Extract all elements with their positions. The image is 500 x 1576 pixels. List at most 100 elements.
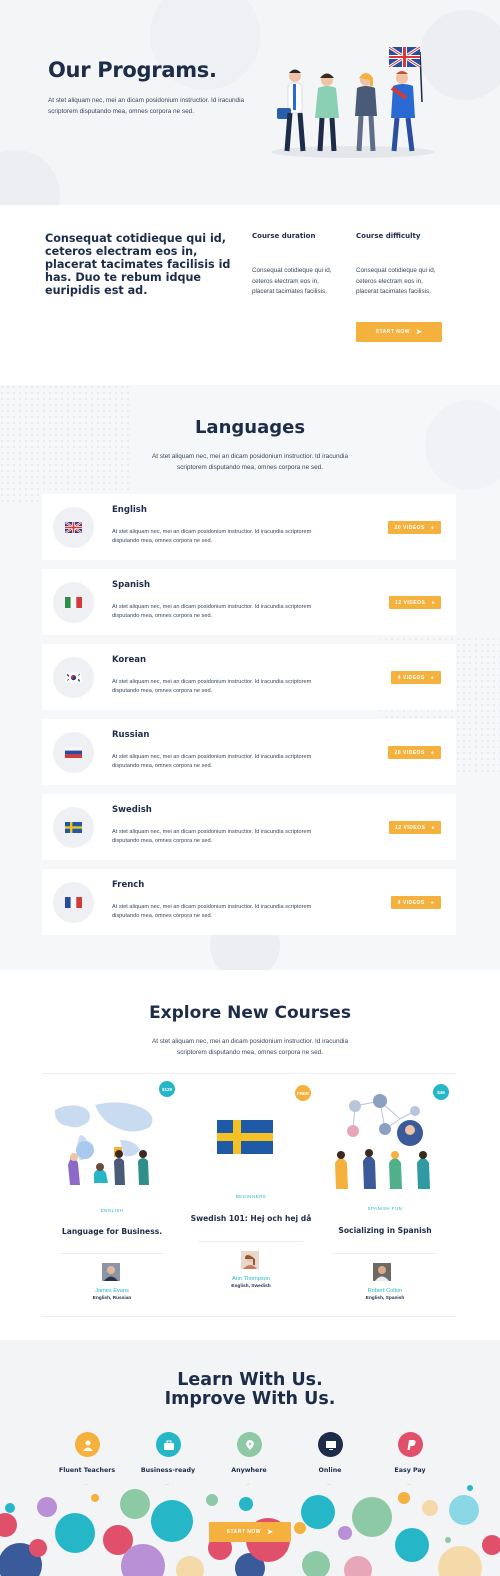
start-now-label: START NOW xyxy=(226,1529,262,1535)
videos-button[interactable]: 12 VIDEOS ● xyxy=(389,596,441,609)
feature-label: Anywhere xyxy=(231,1467,267,1474)
russia-flag-icon xyxy=(65,747,82,758)
card-divider xyxy=(60,1253,164,1254)
languages-title: Languages xyxy=(194,417,306,438)
italy-flag-icon xyxy=(65,597,82,608)
difficulty-title: Course difficulty xyxy=(356,232,421,240)
difficulty-text: Consequat cotidieque qui id, ceteros ele… xyxy=(356,267,436,295)
language-card-swedish[interactable]: Swedish At stet aliquam nec, mei an dica… xyxy=(42,794,456,860)
social-network-illustration xyxy=(335,1094,430,1189)
play-icon: ● xyxy=(430,674,435,681)
language-description: At stet aliquam nec, mei an dicam posido… xyxy=(112,679,312,694)
start-now-button[interactable]: START NOW ➤ xyxy=(356,322,442,342)
teacher-languages: English, Russian xyxy=(92,1296,132,1301)
arrow-right-icon: → xyxy=(406,1481,412,1487)
languages-subtitle: At stet aliquam nec, mei an dicam posido… xyxy=(151,453,349,471)
learn-title-line1: Learn With Us. xyxy=(177,1370,323,1390)
videos-button[interactable]: 20 VIDEOS ● xyxy=(388,746,441,759)
arrow-right-icon: → xyxy=(83,1481,89,1487)
feature-label: Business-ready xyxy=(140,1467,196,1474)
program-heading: Consequat cotidieque qui id, ceteros ele… xyxy=(45,232,231,297)
language-card-korean[interactable]: Korean At stet aliquam nec, mei an dicam… xyxy=(42,644,456,710)
play-icon: ● xyxy=(430,749,435,756)
monitor-icon xyxy=(318,1432,343,1457)
explore-subtitle: At stet aliquam nec, mei an dicam posido… xyxy=(151,1038,349,1056)
language-name: Spanish xyxy=(112,580,151,590)
videos-count: 12 VIDEOS xyxy=(395,599,426,606)
language-name: Russian xyxy=(112,730,150,740)
arrow-right-icon: → xyxy=(164,1481,170,1487)
travelers-illustration xyxy=(271,45,435,158)
videos-button[interactable]: 4 VIDEOS ● xyxy=(391,671,441,684)
language-name: English xyxy=(112,505,147,515)
language-card-french[interactable]: French At stet aliquam nec, mei an dicam… xyxy=(42,869,456,935)
teacher-languages: English, Spanish xyxy=(365,1296,405,1301)
videos-button[interactable]: 4 VIDEOS ● xyxy=(391,896,441,909)
flag-badge xyxy=(53,657,94,698)
language-name: French xyxy=(112,880,145,890)
course-card[interactable]: $129 ENGLISH Language for Business. Jame… xyxy=(42,1073,182,1316)
language-card-russian[interactable]: Russian At stet aliquam nec, mei an dica… xyxy=(42,719,456,785)
card-divider xyxy=(199,1241,303,1242)
course-title: Language for Business. xyxy=(61,1227,163,1236)
feature-label: Easy Pay xyxy=(394,1467,426,1474)
course-card[interactable]: $49 SPANISH FUN Socializing in Spanish R… xyxy=(315,1073,455,1316)
sweden-flag-image xyxy=(217,1120,273,1154)
course-category: SPANISH FUN xyxy=(367,1206,403,1211)
learn-title-line2: Improve With Us. xyxy=(164,1389,336,1409)
videos-count: 4 VIDEOS xyxy=(397,674,425,681)
start-now-label: START NOW xyxy=(375,329,411,335)
teacher-avatar xyxy=(373,1263,391,1281)
play-icon: ● xyxy=(430,899,435,906)
card-divider xyxy=(333,1253,437,1254)
videos-button[interactable]: 12 VIDEOS ● xyxy=(389,821,441,834)
course-title: Socializing in Spanish xyxy=(338,1226,432,1235)
feature-label: Online xyxy=(318,1467,342,1474)
paper-plane-icon: ➤ xyxy=(416,329,423,336)
teacher-avatar xyxy=(102,1263,120,1281)
videos-count: 20 VIDEOS xyxy=(394,524,425,531)
duration-text: Consequat cotidieque qui id, ceteros ele… xyxy=(252,267,332,295)
hero-text: At stet aliquam nec, mei an dicam posido… xyxy=(48,97,245,115)
videos-count: 4 VIDEOS xyxy=(397,899,425,906)
learn-start-now-button[interactable]: START NOW ➤ xyxy=(209,1522,291,1542)
sweden-flag-icon xyxy=(65,822,82,833)
language-description: At stet aliquam nec, mei an dicam posido… xyxy=(112,529,312,544)
page-title: Our Programs. xyxy=(48,58,217,82)
play-icon: ● xyxy=(431,824,435,831)
teacher-name[interactable]: James Evans xyxy=(42,1288,182,1294)
language-description: At stet aliquam nec, mei an dicam posido… xyxy=(112,829,312,844)
arrow-right-icon: → xyxy=(245,1481,251,1487)
videos-count: 12 VIDEOS xyxy=(395,824,426,831)
feature-label: Fluent Teachers xyxy=(58,1467,116,1474)
course-card[interactable]: FREE BEGINNERS Swedish 101: Hej och hej … xyxy=(181,1073,321,1316)
language-card-english[interactable]: English At stet aliquam nec, mei an dica… xyxy=(42,494,456,560)
world-map-illustration xyxy=(54,1102,153,1185)
price-badge: FREE xyxy=(295,1085,311,1101)
paypal-icon xyxy=(398,1432,423,1457)
flag-badge xyxy=(53,732,94,773)
explore-title: Explore New Courses xyxy=(149,1003,351,1023)
divider xyxy=(42,1316,456,1317)
course-title: Swedish 101: Hej och hej då xyxy=(190,1214,312,1223)
location-pin-icon xyxy=(237,1432,262,1457)
teacher-name[interactable]: Robert Colton xyxy=(315,1288,455,1294)
france-flag-icon xyxy=(65,897,82,908)
korea-flag-icon xyxy=(65,672,82,683)
language-name: Korean xyxy=(112,655,147,665)
teacher-name[interactable]: Ann Thompson xyxy=(181,1276,321,1282)
background-circle xyxy=(0,150,60,205)
videos-count: 20 VIDEOS xyxy=(394,749,425,756)
programs-hero: Our Programs. At stet aliquam nec, mei a… xyxy=(0,0,500,205)
play-icon: ● xyxy=(430,524,435,531)
teacher-icon xyxy=(75,1432,100,1457)
flag-badge xyxy=(53,507,94,548)
language-name: Swedish xyxy=(112,805,152,815)
language-card-spanish[interactable]: Spanish At stet aliquam nec, mei an dica… xyxy=(42,569,456,635)
language-description: At stet aliquam nec, mei an dicam posido… xyxy=(112,754,312,769)
teacher-avatar xyxy=(241,1251,259,1269)
videos-button[interactable]: 20 VIDEOS ● xyxy=(388,521,441,534)
flag-badge xyxy=(53,582,94,623)
paper-plane-icon: ➤ xyxy=(267,1529,274,1536)
arrow-right-icon: → xyxy=(326,1481,332,1487)
